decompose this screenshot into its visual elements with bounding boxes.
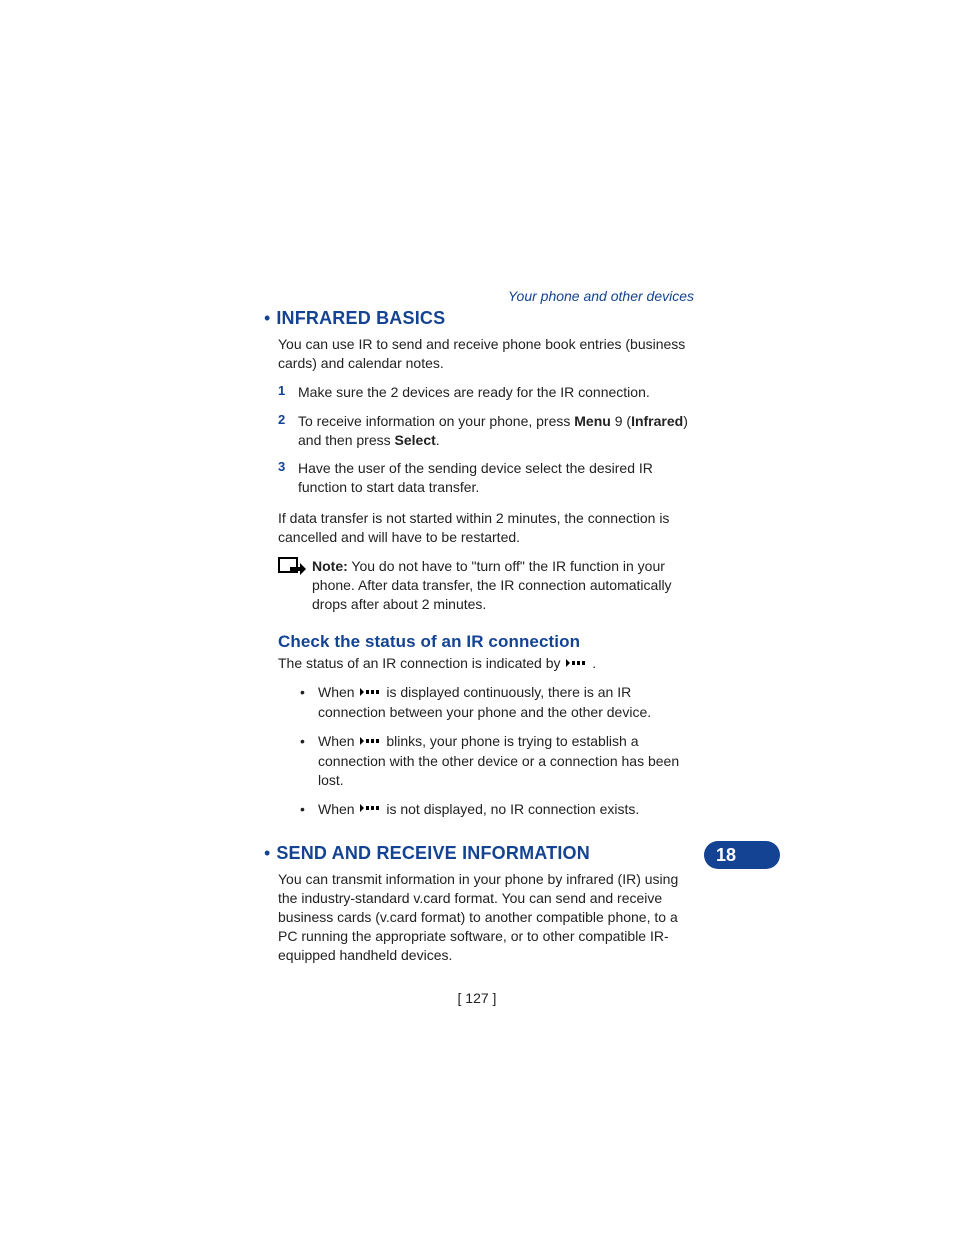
paragraph: The status of an IR connection is indica… — [278, 654, 694, 674]
step-text: To receive information on your phone, pr… — [298, 412, 694, 450]
ir-indicator-icon — [358, 732, 382, 751]
list-item: When is displayed continuously, there is… — [318, 683, 694, 722]
page-number: [ 127 ] — [0, 990, 954, 1006]
bullet-icon: • — [264, 309, 270, 327]
page-content: • INFRARED BASICS You can use IR to send… — [278, 286, 694, 965]
text-fragment: To receive information on your phone, pr… — [298, 413, 574, 429]
bullet-icon: • — [264, 844, 270, 862]
paragraph: You can transmit information in your pho… — [278, 870, 694, 964]
step-text: Have the user of the sending device sele… — [298, 459, 694, 497]
ir-indicator-icon — [564, 654, 588, 673]
text-fragment: . — [436, 432, 440, 448]
chapter-number: 18 — [716, 846, 736, 864]
note-label: Note: — [312, 558, 348, 574]
step-number: 3 — [278, 459, 298, 497]
text-fragment: When — [318, 733, 358, 749]
heading-infrared-basics: INFRARED BASICS — [276, 308, 445, 329]
note-text: Note: You do not have to "turn off" the … — [312, 557, 694, 614]
step-number: 2 — [278, 412, 298, 450]
paragraph: You can use IR to send and receive phone… — [278, 335, 694, 373]
bullet-icon: • — [300, 732, 318, 790]
step-number: 1 — [278, 383, 298, 402]
note-body: You do not have to "turn off" the IR fun… — [312, 558, 672, 612]
list-item: When is not displayed, no IR connection … — [318, 800, 639, 820]
heading-check-status: Check the status of an IR connection — [278, 632, 694, 652]
heading-send-receive: SEND AND RECEIVE INFORMATION — [276, 843, 590, 864]
text-fragment: When — [318, 684, 358, 700]
ir-indicator-icon — [358, 683, 382, 702]
ir-indicator-icon — [358, 799, 382, 818]
note-icon — [278, 557, 312, 614]
step-text: Make sure the 2 devices are ready for th… — [298, 383, 650, 402]
paragraph: If data transfer is not started within 2… — [278, 509, 694, 547]
text-bold: Select — [395, 432, 436, 448]
bullet-icon: • — [300, 683, 318, 722]
text-fragment: is not displayed, no IR connection exist… — [386, 801, 639, 817]
text-bold: Menu — [574, 413, 611, 429]
text-bold: Infrared — [631, 413, 683, 429]
list-item: When blinks, your phone is trying to est… — [318, 732, 694, 790]
text-fragment: 9 ( — [611, 413, 631, 429]
chapter-badge: 18 — [704, 841, 780, 869]
text-fragment: . — [592, 655, 596, 671]
text-fragment: The status of an IR connection is indica… — [278, 655, 564, 671]
bullet-icon: • — [300, 800, 318, 820]
text-fragment: When — [318, 801, 358, 817]
